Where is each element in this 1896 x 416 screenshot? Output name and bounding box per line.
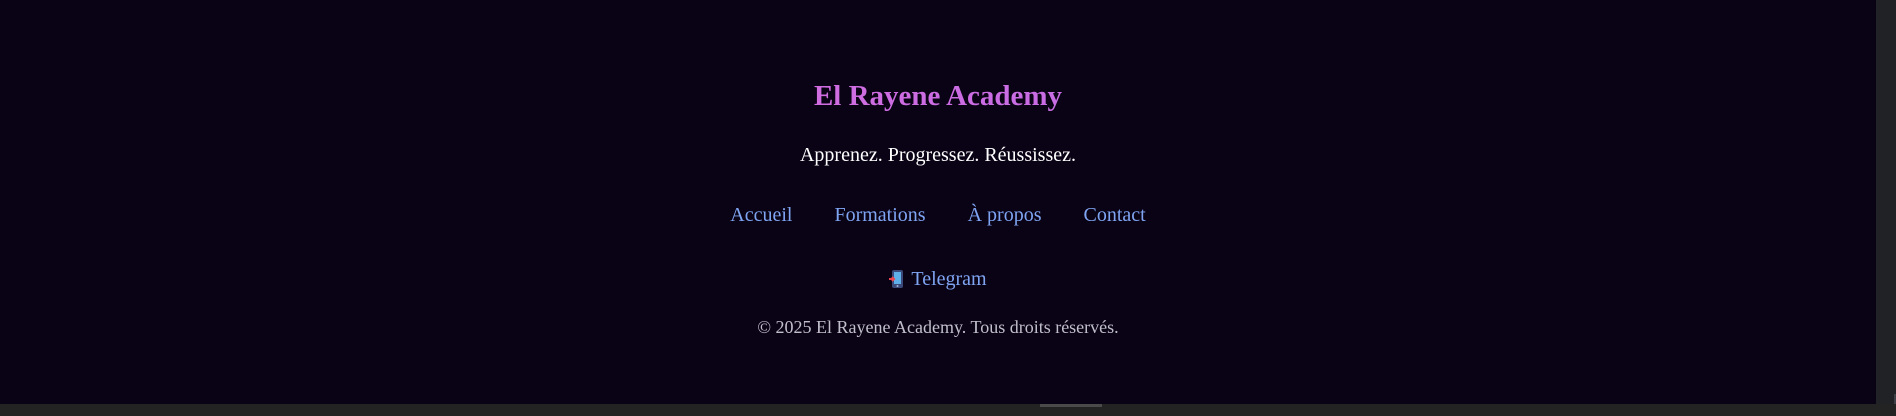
nav-link-a-propos[interactable]: À propos [968,203,1042,227]
nav-link-accueil[interactable]: Accueil [730,203,792,227]
tagline: Apprenez. Progressez. Réussissez. [799,144,1077,166]
copyright-text: © 2025 El Rayene Academy. Tous droits ré… [757,317,1119,337]
horizontal-scrollbar[interactable] [0,404,1896,416]
site-footer: El Rayene Academy Apprenez. Progressez. … [0,0,1876,404]
page: El Rayene Academy Apprenez. Progressez. … [0,0,1876,404]
social-links: Telegram [0,267,1876,291]
brand-title: El Rayene Academy [0,78,1876,114]
telegram-link[interactable]: Telegram [911,267,986,291]
horizontal-scrollbar-thumb[interactable] [1040,404,1102,407]
nav-link-contact[interactable]: Contact [1083,203,1145,227]
nav-link-formations[interactable]: Formations [834,203,925,227]
mobile-phone-icon [889,269,905,289]
footer-nav: Accueil Formations À propos Contact [0,203,1876,227]
vertical-scrollbar[interactable] [1876,0,1896,416]
